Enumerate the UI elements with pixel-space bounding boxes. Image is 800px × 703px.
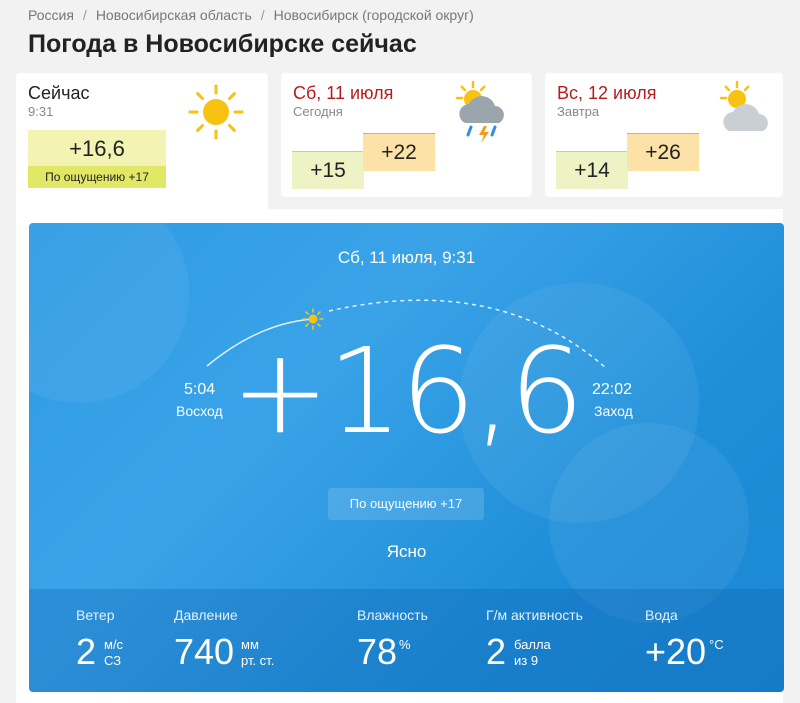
stats-strip: Ветер 2 м/с СЗ Давление 740 мм рт. ст. В… [29,589,784,692]
card-now-temp: +16,6 [69,136,125,161]
feels-like-chip: По ощущению +17 [328,488,484,520]
stat-pressure-unit: мм [241,637,259,652]
stat-geomag-unit: балла [514,637,551,652]
breadcrumb-city[interactable]: Новосибирск (городской округ) [274,7,474,23]
current-temperature: +16,6 [230,322,585,460]
stat-wind-value: 2 [76,631,97,672]
stat-pressure: Давление 740 мм рт. ст. [174,607,274,672]
breadcrumb-region[interactable]: Новосибирская область [96,7,252,23]
card-sat-high: +22 [363,133,435,171]
current-datetime: Сб, 11 июля, 9:31 [337,248,476,267]
stat-wind-direction: СЗ [104,653,122,668]
stat-pressure-value: 740 [174,631,235,672]
stat-water: Вода +20 °C [645,607,724,672]
current-temp-box: +16,6 По ощущению +17 [28,130,166,188]
card-now[interactable]: Сейчас 9:31 +16,6 По ощущению +17 [16,73,268,213]
breadcrumb-separator: / [82,7,87,23]
card-sun-low: +14 [556,151,628,189]
card-sun-high: +26 [627,133,699,171]
stat-pressure-unit2: рт. ст. [241,653,275,668]
weather-condition: Ясно [386,542,427,561]
stat-pressure-label: Давление [174,607,238,623]
stat-geomag-label: Г/м активность [486,607,583,623]
stat-humidity-label: Влажность [357,607,428,623]
card-now-time: 9:31 [28,104,54,119]
stat-humidity: Влажность 78 % [357,607,428,672]
stat-water-unit: °C [709,637,724,652]
stat-wind-label: Ветер [76,607,115,623]
stat-humidity-value: 78 [357,631,398,672]
stat-geomag-unit2: из 9 [514,653,539,668]
stat-humidity-unit: % [399,637,411,652]
card-sun-title: Вс, 12 июля [557,83,657,103]
card-sat-subtitle: Сегодня [293,104,343,119]
stat-geomagnetic: Г/м активность 2 балла из 9 [486,607,583,672]
stat-wind: Ветер 2 м/с СЗ [76,607,123,672]
partly-cloudy-icon [717,79,777,144]
breadcrumb: Россия / Новосибирская область / Новосибирск… [28,7,474,23]
stat-wind-unit: м/с [104,637,124,652]
card-sat-low: +15 [292,151,364,189]
current-weather-panel: Сб, 11 июля, 9:31 5:04 Восход 22:02 Захо… [29,223,784,692]
card-sat-title: Сб, 11 июля [293,83,394,103]
sun-icon [187,83,245,146]
card-sunday[interactable]: Вс, 12 июля Завтра +14 +26 [545,73,783,197]
card-saturday[interactable]: Сб, 11 июля Сегодня +15 +22 [281,73,532,197]
card-sun-subtitle: Завтра [557,104,600,119]
card-now-title: Сейчас [28,83,90,103]
breadcrumb-separator: / [260,7,265,23]
breadcrumb-country[interactable]: Россия [28,7,74,23]
partly-cloudy-thunderstorm-icon [453,79,513,160]
stat-water-label: Вода [645,607,678,623]
stat-geomag-value: 2 [486,631,507,672]
page-title: Погода в Новосибирске сейчас [28,30,417,58]
card-now-feels: По ощущению +17 [28,166,166,188]
stat-water-value: +20 [645,631,707,672]
